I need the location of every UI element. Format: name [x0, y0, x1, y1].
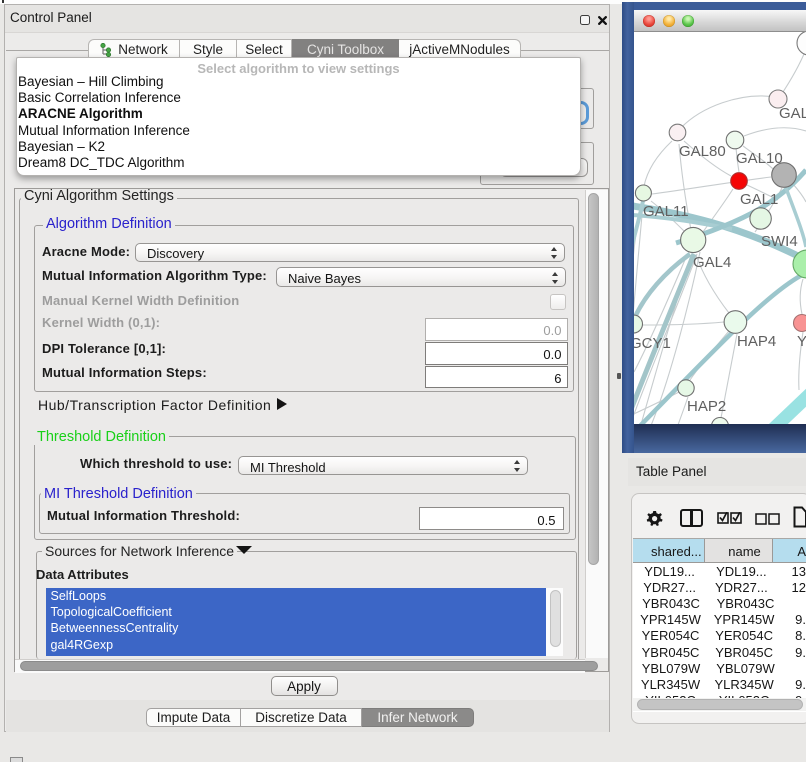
- svg-text:HAP4: HAP4: [737, 333, 776, 350]
- svg-text:GCY1: GCY1: [634, 335, 671, 352]
- svg-text:GAL1: GAL1: [740, 191, 778, 208]
- svg-text:GAL7: GAL7: [779, 105, 806, 122]
- svg-text:GAL11: GAL11: [643, 203, 689, 220]
- svg-text:GAL4: GAL4: [693, 254, 731, 271]
- svg-text:HAP2: HAP2: [687, 398, 726, 415]
- svg-text:SWI4: SWI4: [761, 233, 798, 250]
- svg-text:GAL10: GAL10: [736, 150, 783, 167]
- svg-text:GAL80: GAL80: [679, 143, 726, 160]
- svg-text:YJ: YJ: [797, 333, 806, 350]
